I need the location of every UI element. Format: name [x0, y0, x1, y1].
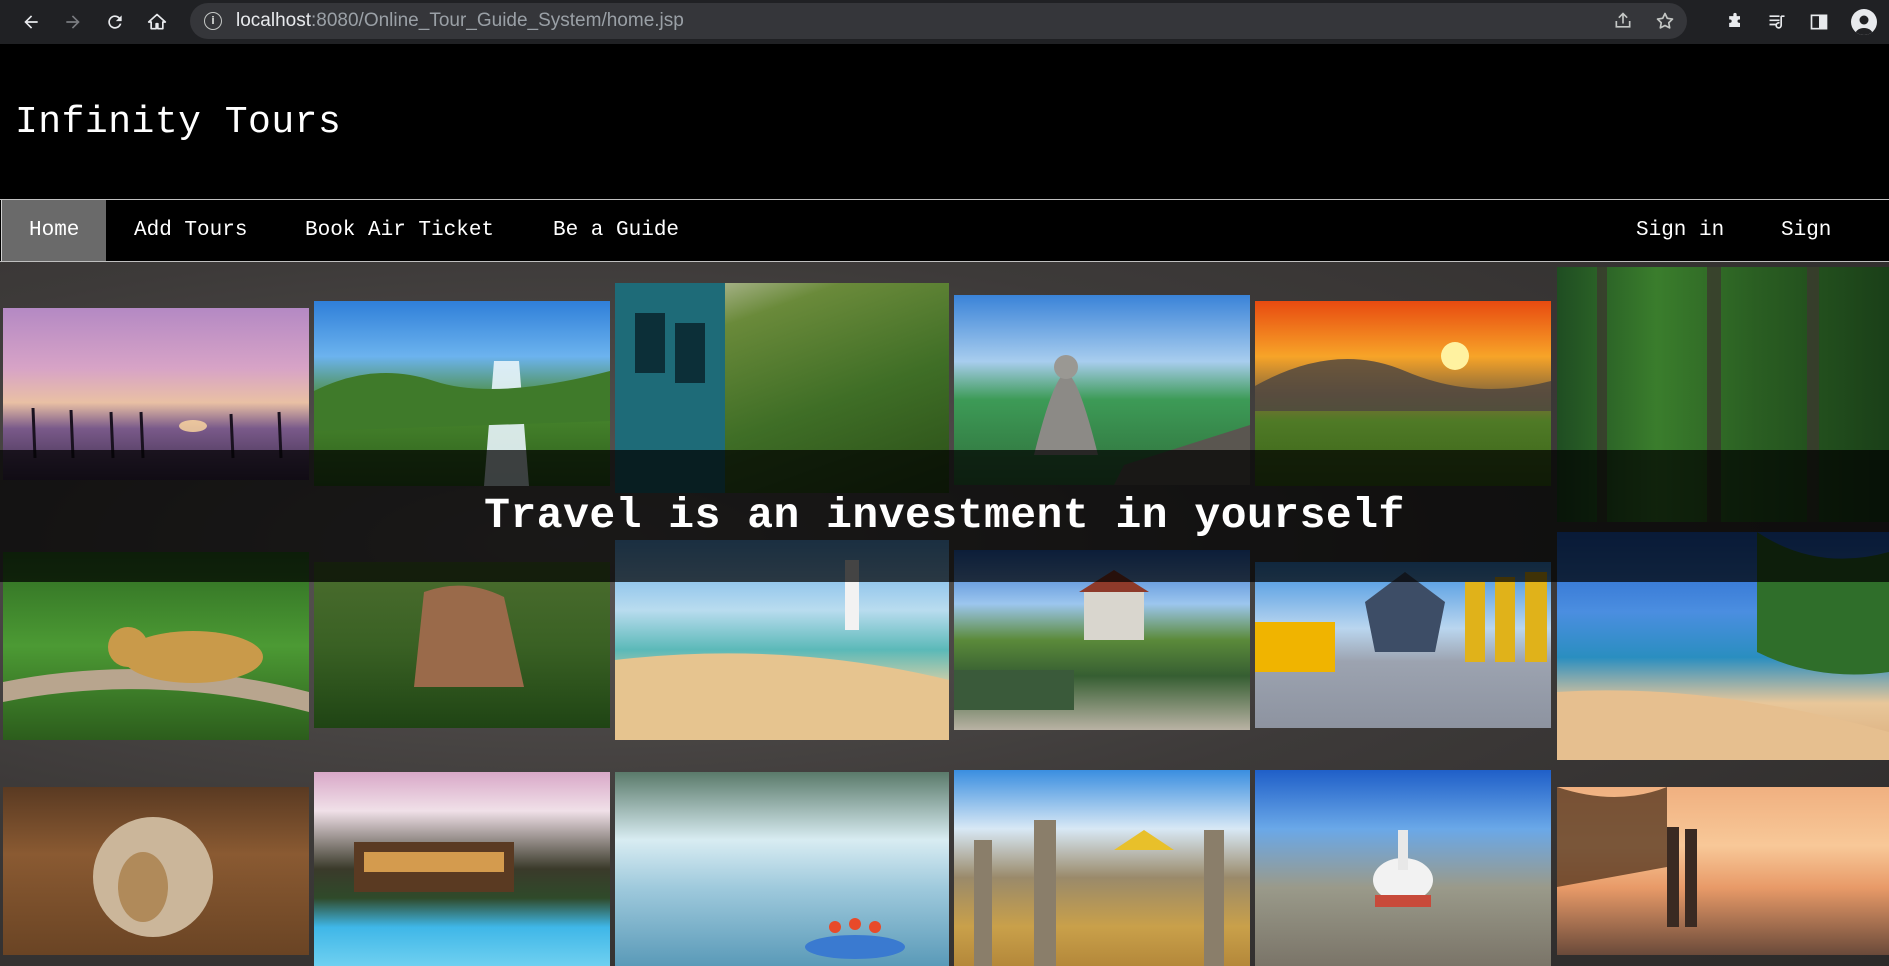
reload-icon [108, 15, 122, 29]
nav-add-tours[interactable]: Add Tours [107, 200, 274, 261]
url-host: localhost [236, 10, 311, 31]
address-bar[interactable]: i localhost:8080/Online_Tour_Guide_Syste… [190, 3, 1687, 39]
reload-button[interactable] [100, 7, 130, 37]
hero-tagline: Travel is an investment in yourself [484, 491, 1405, 540]
share-icon[interactable] [1613, 11, 1633, 31]
profile-avatar-icon[interactable] [1851, 9, 1877, 35]
golden-buddha-temple-photo [1255, 562, 1551, 728]
resort-pool-photo [314, 772, 610, 966]
browser-actions [1725, 0, 1877, 44]
sigiriya-rock-shapes [414, 585, 524, 687]
address-bar-actions [1613, 3, 1675, 39]
ancient-pillars-photo [954, 770, 1250, 966]
hero-banner: Travel is an investment in yourself [0, 450, 1889, 582]
arrow-left-icon [24, 15, 38, 29]
nav-book-air-ticket[interactable]: Book Air Ticket [278, 200, 521, 261]
nav-be-a-guide[interactable]: Be a Guide [526, 200, 706, 261]
surfers-sunset-photo [1557, 787, 1889, 955]
river-rafting-photo [615, 772, 949, 966]
ancient-pillars-shapes [974, 820, 1224, 966]
side-panel-icon[interactable] [1809, 12, 1829, 32]
rafting-shapes [805, 918, 905, 959]
bookmark-star-icon[interactable] [1655, 11, 1675, 31]
arrow-right-icon [66, 15, 80, 29]
person-icon [1855, 15, 1873, 35]
cave-temple-shapes [93, 817, 213, 937]
site-title[interactable]: Infinity Tours [15, 101, 341, 144]
cave-temple-buddha-photo [3, 787, 309, 955]
url-path: :8080/Online_Tour_Guide_System/home.jsp [311, 10, 684, 31]
stupa-shapes [1373, 830, 1433, 907]
browser-toolbar: i localhost:8080/Online_Tour_Guide_Syste… [0, 0, 1889, 44]
extensions-puzzle-icon[interactable] [1725, 12, 1745, 32]
site-info-icon[interactable]: i [204, 12, 222, 30]
site-header: Infinity Tours [0, 44, 1889, 199]
sigiriya-rock-photo [314, 562, 610, 728]
back-button[interactable] [16, 7, 46, 37]
stupa-photo [1255, 770, 1551, 966]
forward-button[interactable] [58, 7, 88, 37]
nav-sign-in[interactable]: Sign in [1609, 200, 1751, 261]
surfers-shapes [1557, 787, 1697, 927]
photo-collage: Travel is an investment in yourself [0, 262, 1889, 966]
media-queue-icon[interactable] [1767, 12, 1787, 32]
nav-sign-up[interactable]: Sign up [1754, 200, 1889, 303]
home-button[interactable] [142, 7, 172, 37]
resort-shapes [354, 842, 514, 892]
home-icon [147, 13, 167, 30]
golden-buddha-shapes [1255, 572, 1547, 672]
nav-home[interactable]: Home [1, 200, 107, 261]
main-nav: Home Add Tours Book Air Ticket Be a Guid… [0, 199, 1889, 303]
